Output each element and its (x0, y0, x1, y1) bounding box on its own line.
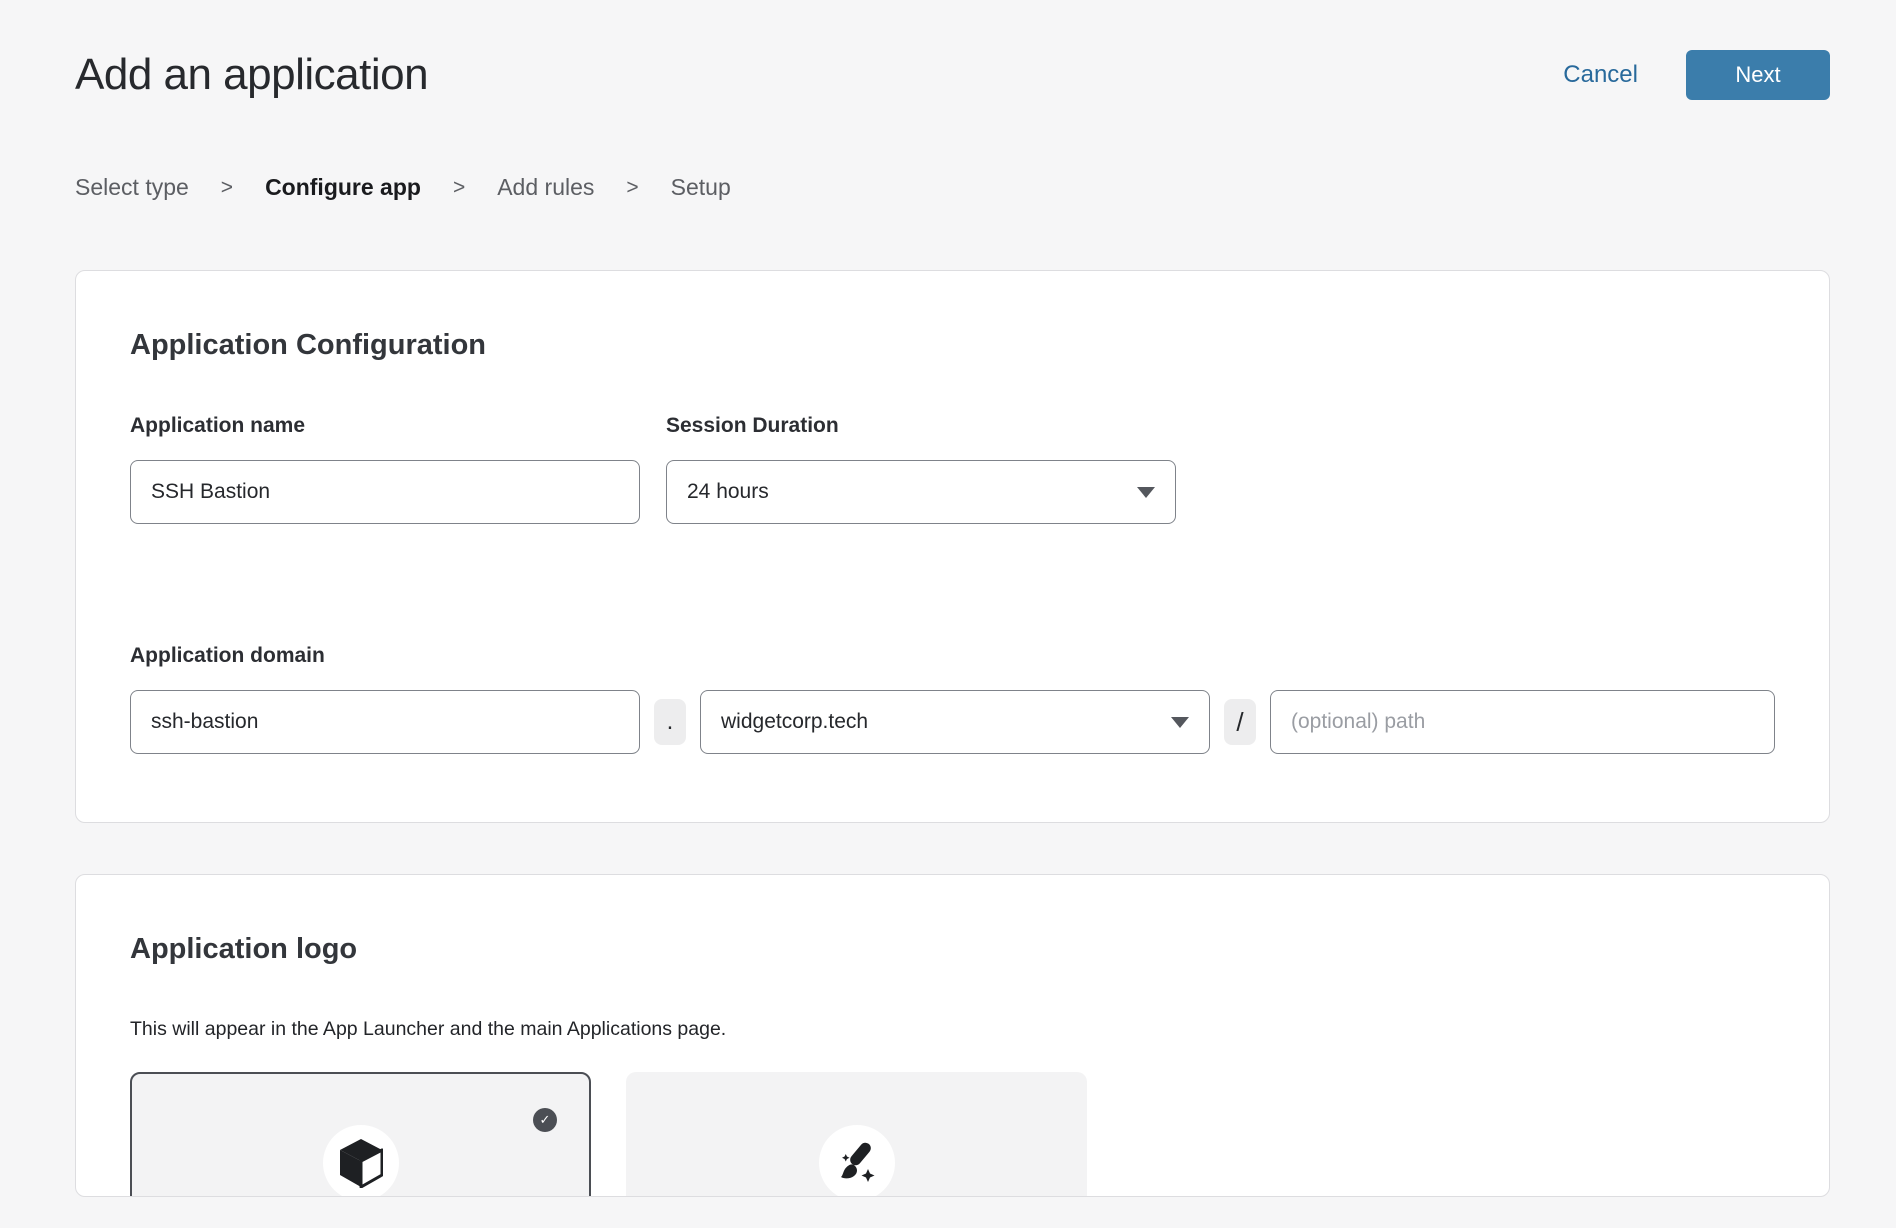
default-logo-tile[interactable]: ✓ (130, 1072, 591, 1197)
application-logo-card: Application logo This will appear in the… (75, 874, 1830, 1197)
dot-separator: . (654, 699, 686, 745)
chevron-down-icon (1171, 717, 1189, 728)
paintbrush-sparkle-icon (833, 1139, 881, 1187)
application-domain-section: Application domain . widgetcorp.tech / (130, 644, 1775, 754)
session-duration-field: Session Duration 24 hours (666, 414, 1176, 524)
logo-tiles: ✓ (130, 1072, 1775, 1197)
application-name-label: Application name (130, 414, 640, 438)
application-domain-label: Application domain (130, 644, 1775, 668)
chevron-down-icon (1137, 487, 1155, 498)
name-session-row: Application name Session Duration 24 hou… (130, 414, 1775, 524)
step-add-rules[interactable]: Add rules (497, 174, 594, 201)
application-domain-row: . widgetcorp.tech / (130, 690, 1775, 754)
page-header: Add an application Cancel Next (75, 50, 1830, 100)
session-duration-label: Session Duration (666, 414, 1176, 438)
cube-icon (339, 1138, 383, 1188)
application-logo-heading: Application logo (130, 933, 1775, 966)
header-actions: Cancel Next (1563, 50, 1830, 100)
application-logo-description: This will appear in the App Launcher and… (130, 1018, 1775, 1041)
session-duration-value: 24 hours (687, 480, 769, 504)
step-configure-app[interactable]: Configure app (265, 174, 421, 201)
check-icon: ✓ (533, 1108, 557, 1132)
add-application-page: Add an application Cancel Next Select ty… (0, 50, 1896, 1197)
default-logo-circle (323, 1125, 399, 1197)
custom-logo-tile[interactable] (626, 1072, 1087, 1197)
breadcrumb-separator: > (626, 176, 638, 200)
custom-logo-circle (819, 1125, 895, 1197)
breadcrumb-separator: > (453, 176, 465, 200)
next-button[interactable]: Next (1686, 50, 1830, 100)
breadcrumb: Select type > Configure app > Add rules … (75, 174, 1830, 201)
page-title: Add an application (75, 50, 428, 100)
application-name-input[interactable] (130, 460, 640, 524)
domain-value: widgetcorp.tech (721, 710, 868, 734)
application-name-field: Application name (130, 414, 640, 524)
breadcrumb-separator: > (221, 176, 233, 200)
slash-separator: / (1224, 699, 1256, 745)
cancel-button[interactable]: Cancel (1563, 61, 1638, 89)
application-configuration-heading: Application Configuration (130, 329, 1775, 362)
path-input[interactable] (1270, 690, 1775, 754)
application-configuration-card: Application Configuration Application na… (75, 270, 1830, 823)
domain-select[interactable]: widgetcorp.tech (700, 690, 1210, 754)
step-setup[interactable]: Setup (671, 174, 731, 201)
session-duration-select[interactable]: 24 hours (666, 460, 1176, 524)
step-select-type[interactable]: Select type (75, 174, 189, 201)
subdomain-input[interactable] (130, 690, 640, 754)
